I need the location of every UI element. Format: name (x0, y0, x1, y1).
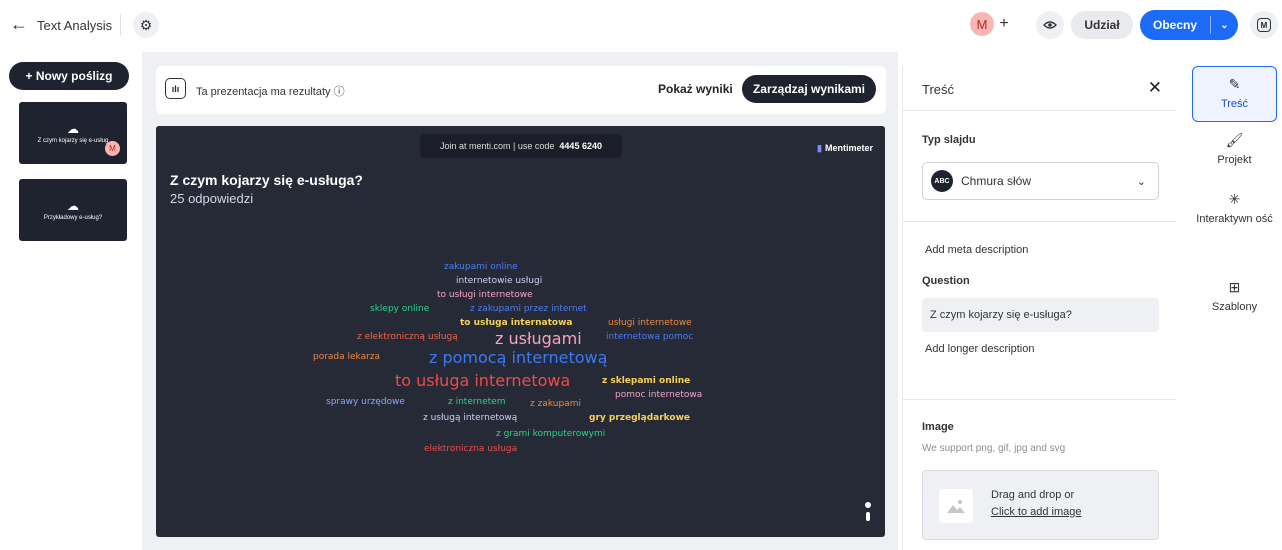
tab-tresc[interactable]: ✎ Treść (1192, 66, 1277, 122)
cloud-word: internetowie usługi (456, 276, 543, 286)
divider (903, 221, 1176, 222)
templates-icon: ⊞ (1228, 279, 1241, 295)
share-button[interactable]: Udział (1071, 11, 1133, 39)
present-label[interactable]: Obecny (1140, 18, 1210, 32)
cloud-word: elektroniczna usługa (424, 444, 518, 454)
image-dropzone[interactable]: Drag and drop or Click to add image (922, 470, 1159, 540)
top-bar: ← Text Analysis ⚙ M + Udział Obecny ⌄ M (0, 0, 1282, 52)
settings-gear-icon[interactable]: ⚙ (133, 12, 159, 38)
chevron-down-icon: ⌄ (1136, 175, 1146, 188)
preview-eye-icon[interactable] (1036, 11, 1064, 39)
cloud-word: z sklepami online (602, 376, 691, 386)
panel-header: Treść ✕ (903, 66, 1176, 111)
brush-icon: 🖌 (1225, 132, 1244, 148)
cloud-word: zakupami online (444, 262, 518, 272)
join-text: Join at menti.com | use code (440, 141, 555, 151)
join-instructions: Join at menti.com | use code 4445 6240 (420, 134, 622, 158)
cloud-word: z usługami (495, 329, 582, 348)
word-cloud-icon: ☁ (67, 121, 79, 136)
slide-thumbnail-title: Z czym kojarzy się e-usług (37, 137, 109, 144)
cloud-word: z internetem (448, 397, 506, 407)
slide-preview[interactable]: Join at menti.com | use code 4445 6240 ▮… (156, 126, 885, 537)
show-results-button[interactable]: Pokaż wyniki (658, 82, 733, 96)
participant-count-icon[interactable] (861, 499, 875, 525)
results-chart-icon: ılı (165, 78, 186, 99)
cloud-word: usługi internetowe (608, 318, 692, 328)
divider (903, 399, 1176, 400)
slide-thumbnail-1[interactable]: ☁ Z czym kojarzy się e-usług M (19, 102, 127, 164)
cloud-word: sklepy online (370, 304, 430, 314)
back-arrow-icon[interactable]: ← (10, 14, 28, 35)
right-tab-bar: ✎ Treść 🖌 Projekt ✳ Interaktywn ość ⊞ Sz… (1186, 60, 1282, 550)
image-label: Image (922, 421, 954, 433)
mentimeter-brand: ▮ Mentimeter (817, 143, 873, 153)
presentation-title[interactable]: Text Analysis (37, 18, 112, 33)
cloud-word: z elektroniczną usługą (357, 332, 458, 342)
pencil-icon: ✎ (1228, 76, 1241, 92)
tab-projekt[interactable]: 🖌 Projekt (1192, 132, 1277, 168)
image-placeholder-icon (939, 489, 973, 523)
question-input[interactable]: Z czym kojarzy się e-usługa? (922, 298, 1159, 332)
mentimeter-logo-icon: M (1257, 18, 1271, 32)
manage-results-button[interactable]: Zarządzaj wynikami (742, 75, 876, 103)
cloud-word: z zakupami przez internet (470, 304, 587, 314)
results-bar: ılı Ta prezentacja ma rezultaty ⓘ Pokaż … (156, 66, 886, 114)
present-button[interactable]: Obecny ⌄ (1140, 10, 1238, 40)
cloud-word: z grami komputerowymi (496, 429, 606, 439)
content-panel: Treść ✕ Typ slajdu ABC Chmura słów ⌄ Add… (902, 66, 1176, 550)
cloud-word: sprawy urzędowe (326, 397, 405, 407)
add-meta-description-link[interactable]: Add meta description (925, 244, 1028, 256)
slide-thumbnail-2[interactable]: ☁ Przykładowy e-usług? (19, 179, 127, 241)
cloud-word: pomoc internetowa (615, 390, 703, 400)
new-slide-button[interactable]: + Nowy poślizg (9, 62, 129, 90)
chevron-down-icon[interactable]: ⌄ (1211, 20, 1238, 31)
title-divider (120, 14, 121, 36)
click-to-add-image-link[interactable]: Click to add image (991, 506, 1082, 518)
mentimeter-mark-icon: ▮ (817, 143, 822, 153)
cloud-word: internetowa pomoc (606, 332, 694, 342)
results-info-text: Ta prezentacja ma rezultaty ⓘ (196, 86, 345, 98)
cloud-word: to usługa internetowa (395, 371, 571, 390)
tab-group: ✎ Treść 🖌 Projekt ✳ Interaktywn ość (1192, 66, 1277, 262)
cloud-word: to usługa internatowa (460, 318, 573, 328)
collaborator-badge: M (105, 141, 120, 156)
collaborator-avatar[interactable]: M (970, 12, 994, 36)
interactivity-icon: ✳ (1228, 191, 1241, 207)
add-collaborator-button[interactable]: + (994, 12, 1014, 36)
word-cloud-type-icon: ABC (931, 170, 953, 192)
drag-drop-text: Drag and drop or (991, 489, 1075, 501)
mentimeter-home-button[interactable]: M (1250, 11, 1278, 39)
slide-thumbnail-title: Przykładowy e-usług? (43, 214, 103, 221)
join-code: 4445 6240 (559, 141, 602, 151)
slide-list-sidebar: + Nowy poślizg ☁ Z czym kojarzy się e-us… (0, 52, 140, 550)
editor-canvas-area: ılı Ta prezentacja ma rezultaty ⓘ Pokaż … (142, 52, 898, 550)
slide-type-label: Typ slajdu (922, 134, 976, 146)
response-count: 25 odpowiedzi (170, 191, 254, 206)
cloud-word: z zakupami (530, 399, 581, 409)
question-label: Question (922, 275, 970, 287)
image-support-text: We support png, gif, jpg and svg (922, 443, 1066, 454)
word-cloud-icon: ☁ (67, 198, 79, 213)
panel-title: Treść (922, 82, 955, 97)
cloud-word: z usługą internetową (423, 413, 518, 423)
slide-question: Z czym kojarzy się e-usługa? (170, 172, 363, 188)
cloud-word: to usługi internetowe (437, 290, 533, 300)
tab-szablony[interactable]: ⊞ Szablony (1192, 279, 1277, 315)
tab-group: ⊞ Szablony (1192, 267, 1277, 331)
slide-type-select[interactable]: ABC Chmura słów ⌄ (922, 162, 1159, 200)
slide-type-value: Chmura słów (961, 174, 1032, 188)
add-longer-description-link[interactable]: Add longer description (925, 343, 1034, 355)
close-icon[interactable]: ✕ (1148, 78, 1162, 98)
cloud-word: porada lekarza (313, 352, 381, 362)
cloud-word: gry przeglądarkowe (589, 413, 691, 423)
cloud-word: z pomocą internetową (429, 348, 608, 367)
tab-interaktywnosc[interactable]: ✳ Interaktywn ość (1192, 191, 1277, 227)
